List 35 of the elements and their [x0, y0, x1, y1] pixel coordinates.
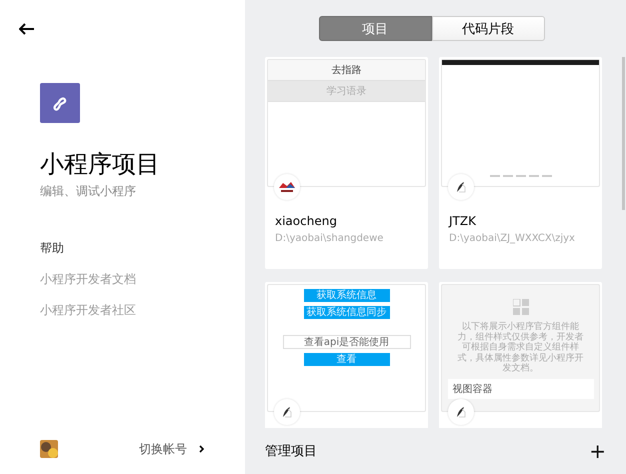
chevron-right-icon: [199, 445, 205, 453]
row-label: 视图容器: [452, 382, 492, 396]
preview-button: 查看: [304, 353, 390, 366]
user-avatar: [40, 440, 58, 458]
switch-account-button[interactable]: 切换帐号: [139, 440, 205, 458]
quill-icon: [456, 181, 466, 193]
preview-button: 获取系统信息同步: [304, 306, 390, 319]
project-card[interactable]: 获取系统信息 获取系统信息同步 查看api是否能使用 查看: [265, 282, 428, 428]
preview-button: 获取系统信息: [304, 289, 390, 302]
grid-icon: [512, 299, 528, 315]
project-name: xiaocheng: [275, 214, 338, 228]
quill-icon: [456, 406, 466, 418]
logo-icon: [278, 181, 296, 193]
project-card[interactable]: 去指路 学习语录 xiaocheng D:\yaobai\shangdewe: [265, 57, 428, 269]
tab[interactable]: 代码片段: [432, 16, 544, 41]
menu-item: 去指路: [268, 60, 425, 81]
project-card[interactable]: 以下将展示小程序官方组件能力，组件样式仅供参考，开发者可根据自身需求自定义组件样式，具体属性参数详见小程序开发文档。 视图容器: [439, 282, 602, 428]
api-field: 查看api是否能使用: [282, 335, 410, 349]
add-button[interactable]: +: [589, 439, 606, 463]
app-logo-icon: [40, 83, 80, 123]
page-subtitle: 编辑、调试小程序: [40, 183, 137, 200]
project-name: JTZK: [449, 214, 477, 228]
project-path: D:\yaobai\shangdewe: [275, 233, 384, 244]
quill-icon: [282, 406, 292, 418]
intro-text: 以下将展示小程序官方组件能力，组件样式仅供参考，开发者可根据自身需求自定义组件样式，具体属性参数详见小程序开发文档。: [456, 320, 584, 374]
help-heading: 帮助: [40, 240, 65, 257]
project-path: D:\yaobai\ZJ_WXXCX\zjyx: [449, 233, 576, 244]
carousel-dots-icon: [490, 175, 552, 178]
project-card[interactable]: JTZK D:\yaobai\ZJ_WXXCX\zjyx: [439, 57, 602, 269]
page-title: 小程序项目: [40, 149, 161, 179]
manage-projects-label: 管理项目: [265, 443, 317, 460]
scrollbar[interactable]: [622, 57, 625, 210]
tab[interactable]: 项目: [318, 16, 432, 41]
back-icon[interactable]: [19, 23, 35, 35]
menu-item: 学习语录: [268, 81, 425, 102]
